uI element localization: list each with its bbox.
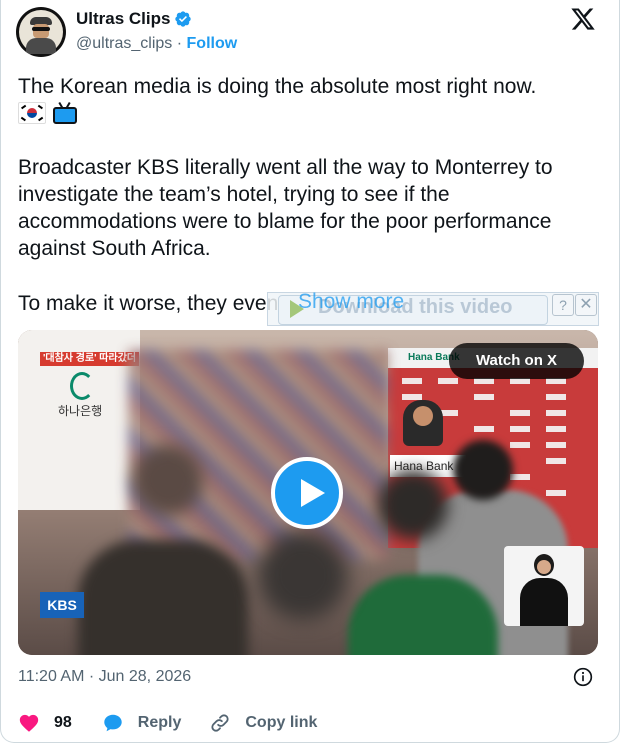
copy-link-label: Copy link: [245, 714, 318, 731]
handle-separator: ·: [176, 35, 183, 52]
display-name[interactable]: Ultras Clips: [76, 9, 170, 29]
follow-button[interactable]: Follow: [187, 35, 238, 52]
emoji-row: [18, 100, 78, 126]
video-subject: [403, 400, 443, 446]
link-icon: [211, 714, 229, 732]
copy-link-button[interactable]: Copy link: [209, 712, 317, 734]
sign-language-interpreter: [504, 546, 584, 626]
bank-logo-icon: [70, 372, 94, 400]
play-button[interactable]: [271, 457, 343, 529]
news-caption: '대참사 경로' 따라갔더: [40, 352, 139, 366]
reply-button[interactable]: Reply: [102, 712, 182, 734]
play-icon: [301, 479, 325, 507]
handle-row: @ultras_clips · Follow: [76, 35, 237, 53]
like-count: 98: [54, 714, 72, 731]
author-name-row[interactable]: Ultras Clips: [76, 9, 192, 29]
post-text-line1: The Korean media is doing the absolute m…: [18, 75, 537, 98]
bank-logo-label: 하나은행: [58, 404, 103, 418]
heart-icon: [19, 714, 39, 732]
verified-badge-icon: [175, 11, 192, 27]
close-icon[interactable]: ✕: [575, 294, 597, 316]
watch-on-x-button[interactable]: Watch on X: [449, 343, 584, 379]
info-icon[interactable]: [573, 667, 593, 687]
timestamp[interactable]: 11:20 AM · Jun 28, 2026: [18, 668, 191, 686]
x-logo-icon[interactable]: [570, 6, 596, 32]
avatar[interactable]: [16, 7, 66, 57]
show-more-link[interactable]: Show more: [298, 290, 404, 314]
south-korea-flag-icon: [18, 102, 46, 124]
post-text-para3-start: To make it worse, they even: [18, 292, 279, 315]
television-icon: [52, 101, 78, 124]
handle[interactable]: @ultras_clips: [76, 35, 172, 52]
help-icon[interactable]: ?: [552, 294, 574, 316]
reply-label: Reply: [137, 714, 182, 731]
like-button[interactable]: 98: [18, 712, 72, 734]
bank-banner: '대참사 경로' 따라갔더 하나은행: [18, 330, 140, 510]
post-text-para2: Broadcaster KBS literally went all the w…: [18, 156, 553, 260]
kbs-logo: KBS: [40, 592, 84, 618]
reply-bubble-icon: [104, 714, 122, 732]
action-bar: 98 Reply Copy link: [18, 711, 317, 735]
